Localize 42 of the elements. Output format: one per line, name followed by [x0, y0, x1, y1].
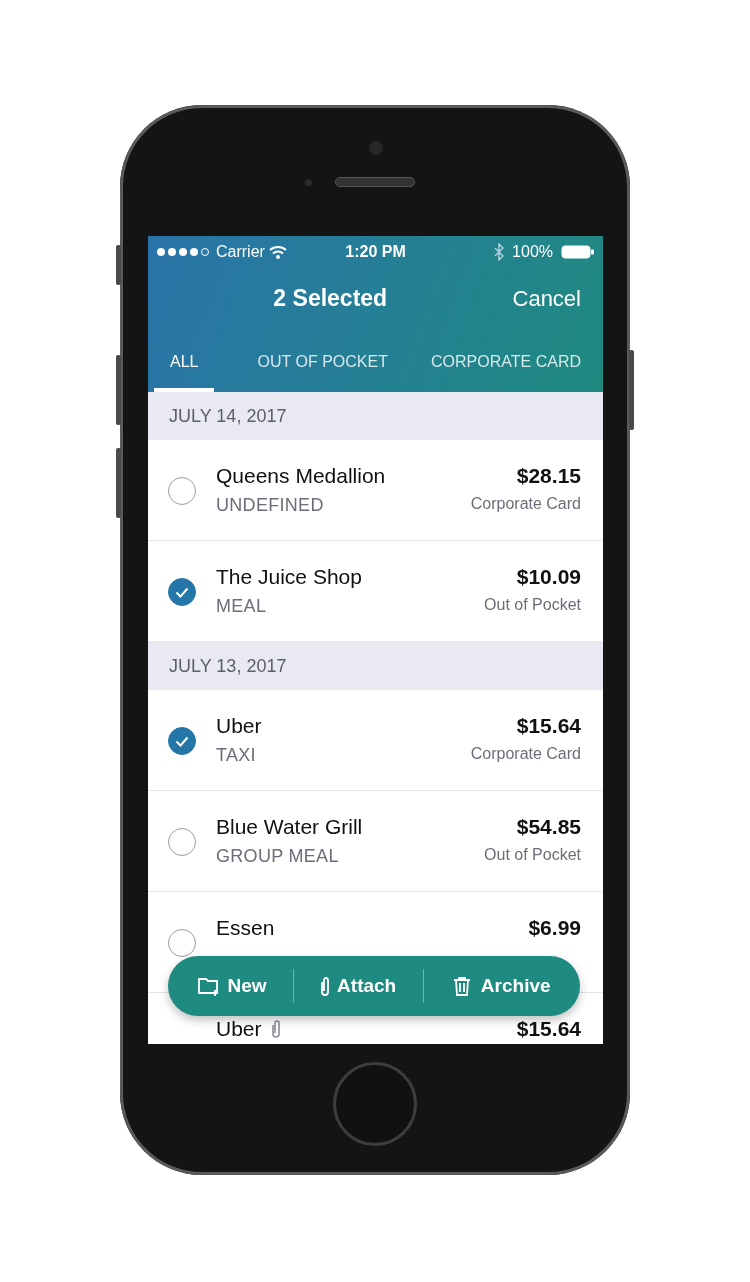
signal-icon — [156, 247, 212, 257]
tab[interactable]: OUT OF POCKET — [257, 340, 388, 392]
check-icon — [175, 586, 189, 598]
expense-name: The Juice Shop — [216, 565, 362, 589]
expense-name: Essen — [216, 916, 275, 940]
status-time: 1:20 PM — [344, 242, 407, 262]
wifi-icon — [268, 245, 287, 259]
action-button[interactable]: New — [185, 965, 279, 1007]
battery-icon — [561, 245, 595, 259]
screen-title: 2 Selected — [273, 283, 388, 313]
expense-name: Queens Medallion — [216, 464, 386, 488]
folder-plus-icon — [197, 975, 220, 997]
payment-method: Out of Pocket — [484, 845, 581, 865]
expense-name: Uber — [216, 714, 262, 738]
payment-method: Out of Pocket — [484, 595, 581, 615]
paperclip-icon — [321, 976, 330, 996]
expense-amount: $28.15 — [516, 464, 581, 488]
action-button[interactable]: Attach — [309, 965, 409, 1007]
carrier-name: Carrier — [216, 242, 265, 262]
expense-category: TAXI — [216, 744, 257, 767]
payment-method: Corporate Card — [470, 494, 581, 514]
expense-name: Blue Water Grill — [216, 815, 363, 839]
tab[interactable]: CORPORATE CARD — [431, 340, 581, 392]
expense-category: GROUP MEAL — [216, 845, 340, 868]
date-header: JULY 13, 2017 — [148, 642, 603, 690]
expense-amount: $54.85 — [516, 815, 581, 839]
date-header: JULY 14, 2017 — [148, 392, 603, 440]
check-icon — [175, 735, 189, 747]
expense-amount: $15.64 — [516, 1017, 581, 1041]
expense-category: UNDEFINED — [216, 494, 325, 517]
checkbox[interactable] — [168, 727, 196, 755]
expense-amount: $10.09 — [516, 565, 581, 589]
action-button[interactable]: Archive — [438, 965, 563, 1007]
payment-method: Corporate Card — [470, 744, 581, 764]
bluetooth-icon — [494, 243, 505, 261]
expense-name: Uber — [216, 1017, 262, 1041]
expense-category: MEAL — [216, 595, 268, 618]
expense-amount: $15.64 — [516, 714, 581, 738]
battery-percent: 100% — [512, 242, 553, 262]
checkbox[interactable] — [168, 578, 196, 606]
cancel-button[interactable]: Cancel — [512, 281, 581, 315]
expense-amount: $6.99 — [528, 916, 581, 940]
